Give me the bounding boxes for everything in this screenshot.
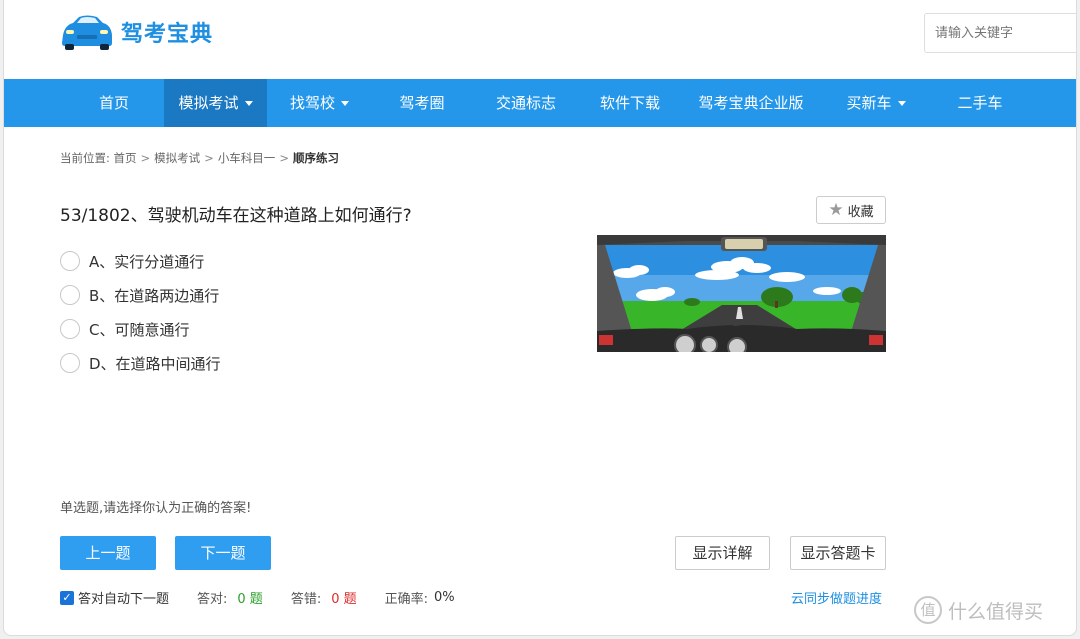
prev-question-button[interactable]: 上一题 (60, 536, 156, 570)
nav-label: 首页 (98, 94, 129, 112)
correct-count: 0 题 (237, 592, 263, 607)
option-a[interactable]: A、实行分道通行 (60, 244, 221, 278)
show-explanation-button[interactable]: 显示详解 (675, 536, 770, 570)
favorite-button[interactable]: ★ 收藏 (816, 196, 886, 224)
radio-button[interactable] (60, 319, 80, 339)
nav-label: 买新车 (846, 94, 892, 112)
option-c[interactable]: C、可随意通行 (60, 312, 221, 346)
caret-down-icon (341, 101, 349, 106)
nav-label: 驾考宝典企业版 (698, 94, 804, 112)
nav-label: 找驾校 (289, 94, 335, 112)
option-d[interactable]: D、在道路中间通行 (60, 346, 221, 380)
breadcrumb-separator: > (279, 151, 289, 165)
nav-item-traffic-signs[interactable]: 交通标志 (472, 79, 580, 127)
show-answer-card-button[interactable]: 显示答题卡 (790, 536, 886, 570)
search-input[interactable] (924, 13, 1076, 53)
auto-next-label[interactable]: 答对自动下一题 (78, 588, 169, 607)
logo-text: 驾考宝典 (121, 22, 214, 47)
logo[interactable]: 驾考宝典 (59, 13, 213, 51)
answer-options: A、实行分道通行 B、在道路两边通行 C、可随意通行 D、在道路中间通行 (60, 244, 221, 380)
breadcrumb-separator: > (204, 151, 214, 165)
question-type-hint: 单选题,请选择你认为正确的答案! (60, 501, 252, 516)
sync-progress-link[interactable]: 云同步做题进度 (791, 588, 882, 607)
option-label: C、可随意通行 (89, 320, 190, 339)
nav-item-enterprise[interactable]: 驾考宝典企业版 (680, 79, 822, 127)
option-label: A、实行分道通行 (89, 252, 205, 271)
radio-button[interactable] (60, 353, 80, 373)
nav-label: 交通标志 (495, 94, 556, 112)
option-label: D、在道路中间通行 (89, 354, 221, 373)
breadcrumb-separator: > (140, 151, 151, 165)
option-label: B、在道路两边通行 (89, 286, 220, 305)
accuracy-label: 正确率: (384, 592, 428, 607)
nav-label: 驾考圈 (399, 94, 445, 112)
correct-label: 答对: (197, 592, 228, 607)
breadcrumb-link-subject[interactable]: 小车科目一 (218, 151, 276, 165)
radio-button[interactable] (60, 251, 80, 271)
star-icon: ★ (828, 200, 844, 220)
question-image (597, 235, 886, 352)
next-question-button[interactable]: 下一题 (175, 536, 271, 570)
caret-down-icon (244, 101, 253, 106)
nav-item-new-car[interactable]: 买新车 (822, 79, 930, 127)
stats-bar: ✓ 答对自动下一题 答对: 0 题 答错: 0 题 正确率: 0% (60, 588, 455, 607)
watermark: 值 什么值得买 (914, 596, 1043, 624)
wrong-count: 0 题 (331, 592, 357, 607)
main-nav: 首页 模拟考试 找驾校 驾考圈 交通标志 软件下载 驾考宝典企业版 买新车 二手… (4, 79, 1076, 127)
wrong-label: 答错: (290, 592, 322, 607)
nav-label: 模拟考试 (178, 94, 239, 112)
page-frame: 驾考宝典 首页 模拟考试 找驾校 驾考圈 交通标志 软件下载 驾考宝典企业版 买… (3, 0, 1077, 636)
nav-item-used-car[interactable]: 二手车 (930, 79, 1030, 127)
nav-item-home[interactable]: 首页 (64, 79, 164, 127)
caret-down-icon (897, 101, 906, 106)
radio-button[interactable] (60, 285, 80, 305)
auto-next-checkbox[interactable]: ✓ (60, 590, 74, 605)
car-logo-icon (62, 15, 112, 50)
nav-label: 软件下载 (599, 94, 660, 112)
breadcrumb-current: 顺序练习 (292, 151, 339, 165)
breadcrumb-prefix: 当前位置: (60, 151, 110, 165)
breadcrumb: 当前位置: 首页 > 模拟考试 > 小车科目一 > 顺序练习 (60, 150, 339, 166)
nav-item-mock-exam[interactable]: 模拟考试 (164, 79, 267, 127)
watermark-logo-icon: 值 (914, 596, 942, 624)
nav-label: 二手车 (957, 94, 1003, 112)
nav-item-community[interactable]: 驾考圈 (372, 79, 472, 127)
watermark-text: 什么值得买 (948, 600, 1044, 623)
breadcrumb-link-home[interactable]: 首页 (114, 151, 137, 165)
nav-item-find-school[interactable]: 找驾校 (267, 79, 372, 127)
option-b[interactable]: B、在道路两边通行 (60, 278, 221, 312)
breadcrumb-link-mock-exam[interactable]: 模拟考试 (154, 151, 200, 165)
accuracy-value: 0% (434, 590, 455, 605)
header: 驾考宝典 (4, 0, 1076, 78)
question-text: 53/1802、驾驶机动车在这种道路上如何通行? (60, 206, 412, 226)
favorite-label: 收藏 (847, 204, 874, 220)
nav-item-download[interactable]: 软件下载 (580, 79, 680, 127)
